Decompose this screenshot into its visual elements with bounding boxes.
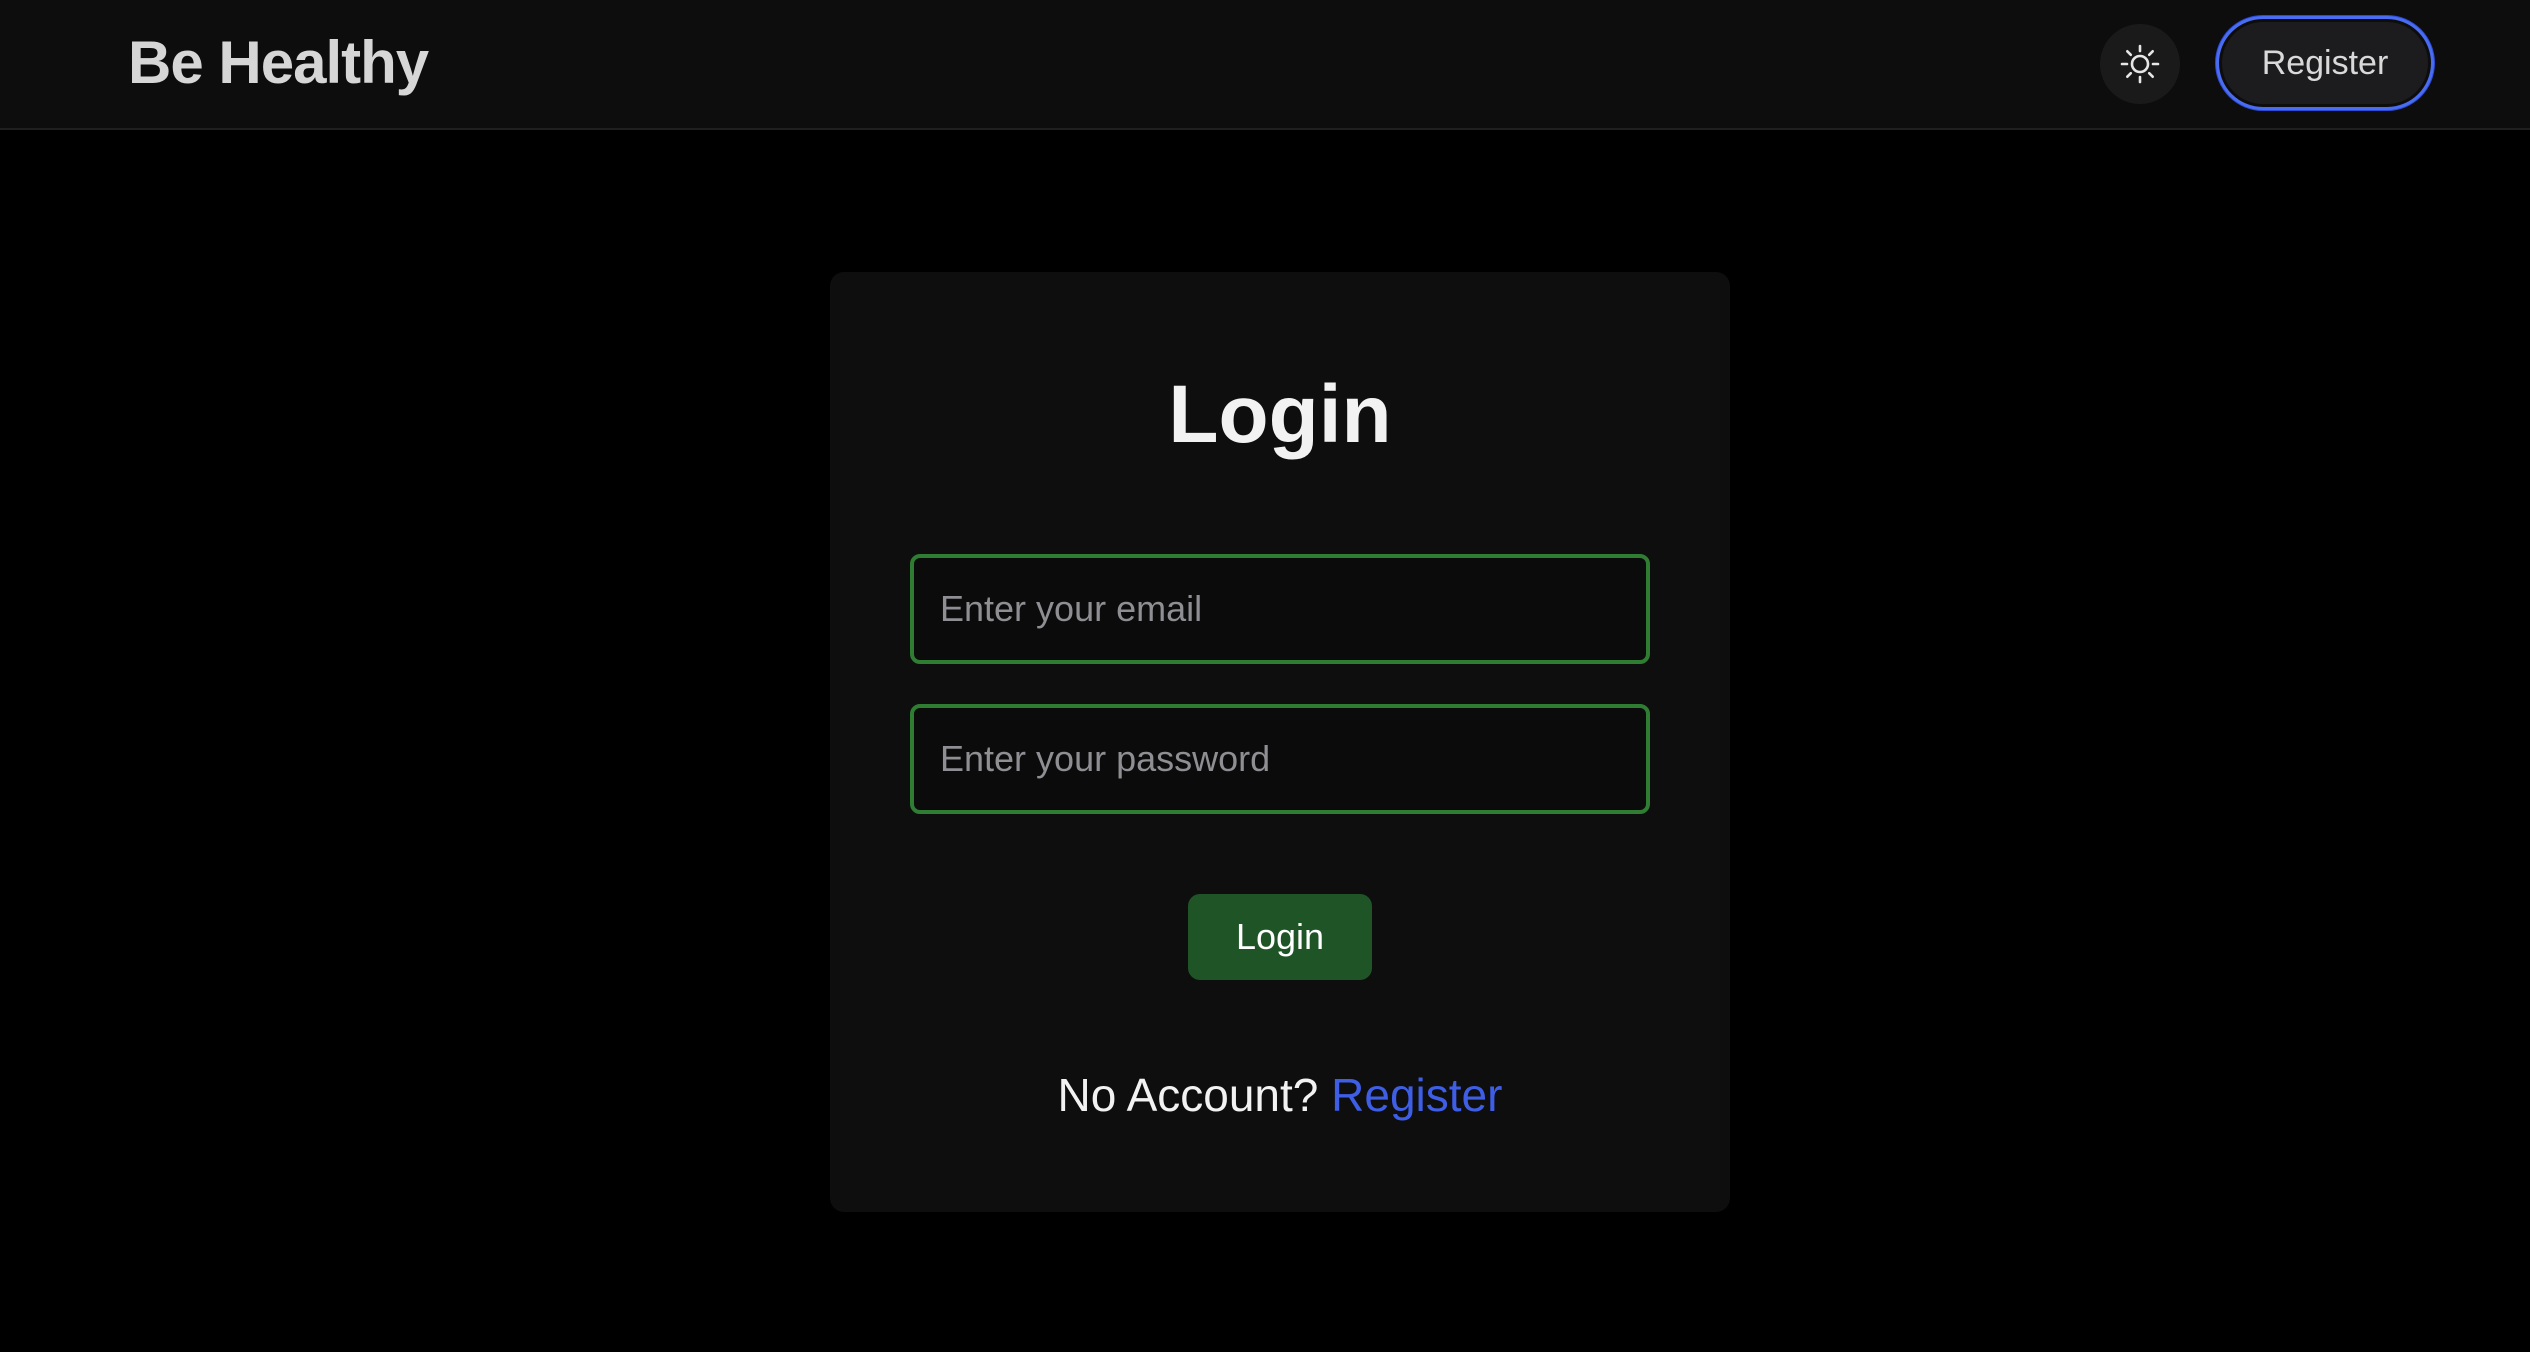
- no-account-text: No Account?: [1057, 1069, 1319, 1121]
- email-input[interactable]: [910, 554, 1650, 664]
- brand-logo[interactable]: Be Healthy: [128, 28, 429, 97]
- sun-icon: [2120, 44, 2160, 84]
- password-input[interactable]: [910, 704, 1650, 814]
- top-navbar: Be Healthy Register: [0, 0, 2530, 130]
- login-button[interactable]: Login: [1188, 894, 1372, 980]
- login-title: Login: [1168, 369, 1392, 460]
- nav-register-button[interactable]: Register: [2216, 16, 2434, 110]
- login-card: Login Login No Account? Register: [830, 272, 1730, 1212]
- register-link[interactable]: Register: [1331, 1069, 1502, 1121]
- theme-toggle-button[interactable]: [2100, 24, 2180, 104]
- no-account-prompt: No Account? Register: [830, 1068, 1730, 1122]
